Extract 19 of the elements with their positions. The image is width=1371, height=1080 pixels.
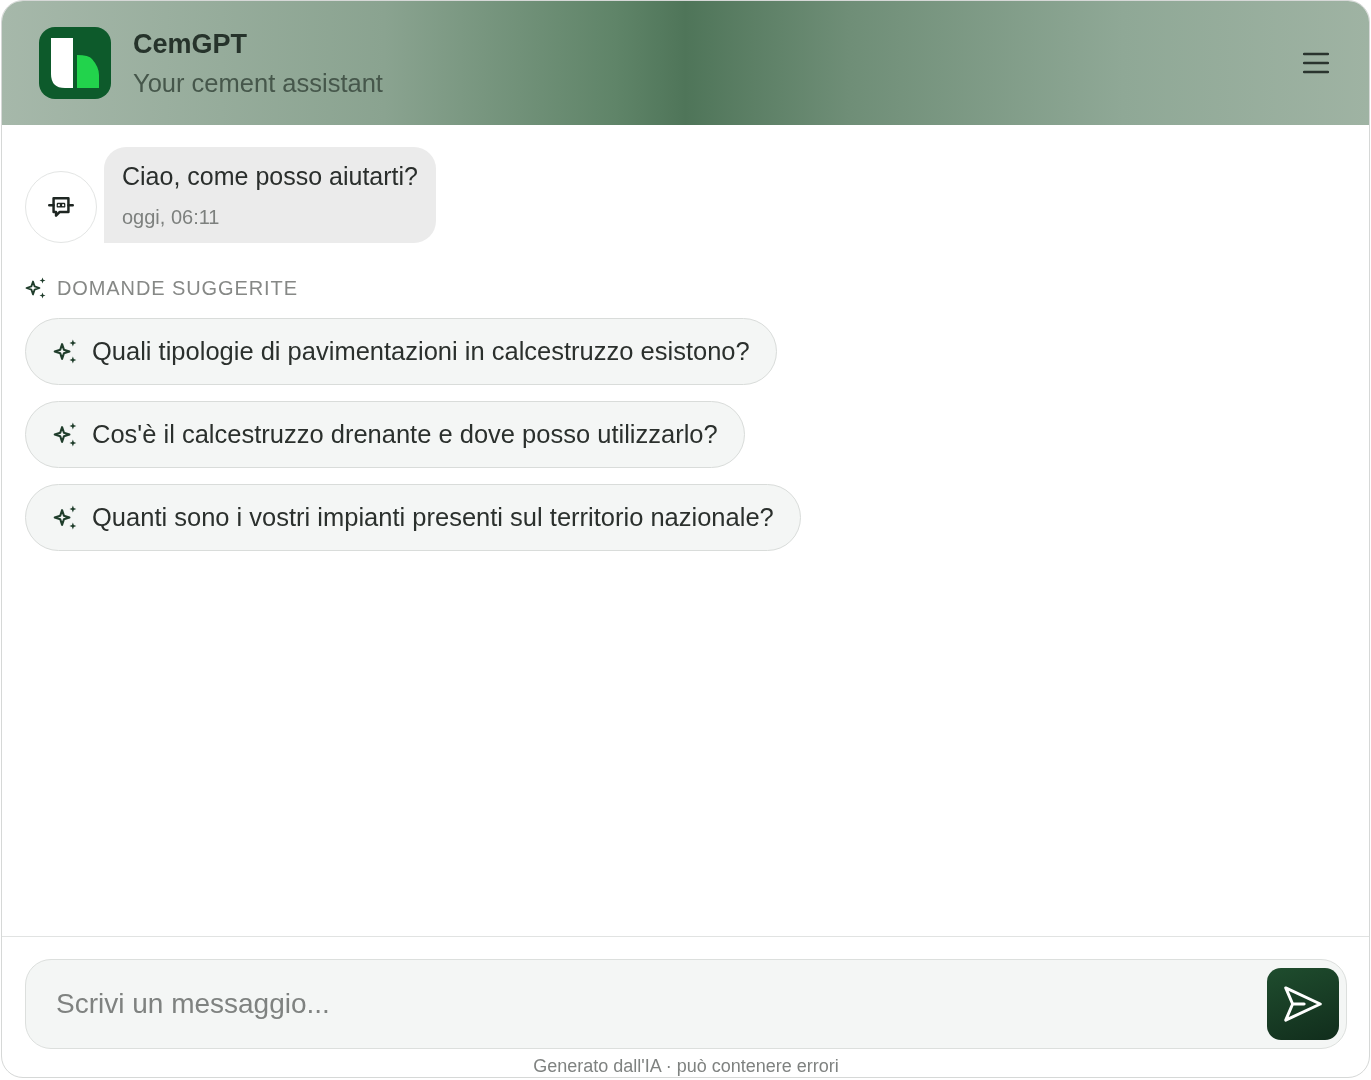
suggestion-chip[interactable]: Cos'è il calcestruzzo drenante e dove posso utilizzarlo? xyxy=(25,401,745,468)
message-timestamp: oggi, 06:11 xyxy=(122,205,221,229)
menu-icon xyxy=(1303,52,1329,74)
sparkle-icon xyxy=(53,505,78,530)
suggestion-chip[interactable]: Quali tipologie di pavimentazioni in calcestruzzo esistono? xyxy=(25,318,777,385)
suggestion-chip[interactable]: Quanti sono i vostri impianti presenti sul territorio nazionale? xyxy=(25,484,801,551)
send-icon xyxy=(1284,985,1322,1023)
message-input[interactable]: Scrivi un messaggio... xyxy=(25,959,1347,1049)
bot-chat-icon xyxy=(48,194,74,220)
suggestions-heading: DOMANDE SUGGERITE xyxy=(57,276,298,300)
sparkle-icon xyxy=(53,339,78,364)
disclaimer-text: Generato dall'IA · può contenere errori xyxy=(533,1055,839,1077)
message-text: Ciao, come posso aiutarti? xyxy=(122,161,418,191)
app-title: CemGPT xyxy=(133,28,249,60)
sparkle-icon xyxy=(25,277,47,299)
logo-icon xyxy=(39,27,111,99)
sparkle-icon xyxy=(53,422,78,447)
send-button[interactable] xyxy=(1267,968,1339,1040)
app-subtitle: Your cement assistant xyxy=(133,68,383,98)
